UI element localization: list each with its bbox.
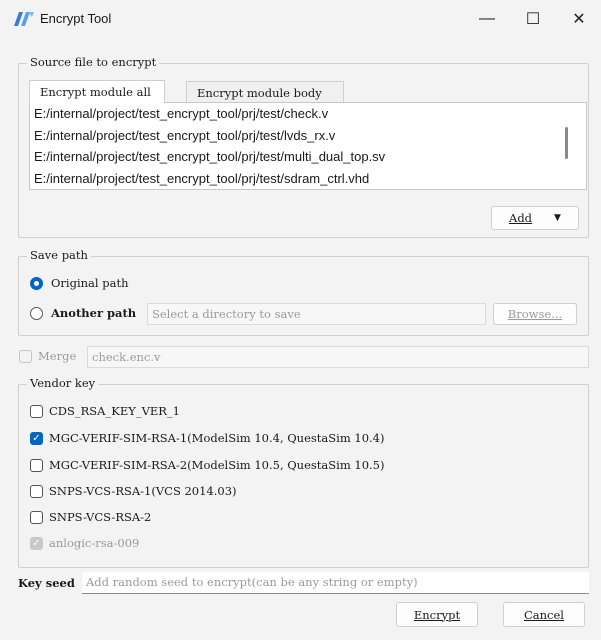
list-item[interactable]: E:/internal/project/test_encrypt_tool/pr…	[30, 103, 586, 125]
merge-label: Merge	[38, 349, 77, 363]
original-path-radio[interactable]	[30, 277, 43, 290]
close-button[interactable]: ✕	[556, 0, 601, 38]
cancel-button-label: Cancel	[524, 607, 564, 622]
vendor-key-label: MGC-VERIF-SIM-RSA-2(ModelSim 10.5, Quest…	[49, 458, 385, 472]
tab-label: Encrypt module all	[40, 85, 151, 99]
vendor-key-checkbox-anlogic: ✓	[30, 537, 43, 550]
vendor-key-checkbox-mgc-2[interactable]	[30, 459, 43, 472]
minimize-icon: —	[479, 10, 495, 27]
vendor-key-label: SNPS-VCS-RSA-2	[49, 510, 152, 524]
close-icon: ✕	[572, 11, 586, 28]
tab-encrypt-module-all[interactable]: Encrypt module all	[29, 80, 165, 103]
key-seed-label: Key seed	[18, 576, 75, 590]
vendor-key-checkbox-snps-1[interactable]	[30, 485, 43, 498]
vendor-key-checkbox-mgc-1[interactable]: ✓	[30, 432, 43, 445]
list-item[interactable]: E:/internal/project/test_encrypt_tool/pr…	[30, 168, 586, 190]
vendor-key-label: anlogic-rsa-009	[49, 536, 140, 550]
merge-filename-input[interactable]: check.enc.v	[87, 346, 589, 368]
vendor-key-checkbox-cds[interactable]	[30, 405, 43, 418]
key-seed-input[interactable]: Add random seed to encrypt(can be any st…	[82, 572, 589, 594]
list-item[interactable]: E:/internal/project/test_encrypt_tool/pr…	[30, 146, 586, 168]
add-button-label: Add	[509, 211, 533, 225]
encrypt-button-label: Encrypt	[413, 607, 461, 622]
tab-encrypt-module-body[interactable]: Encrypt module body	[186, 81, 344, 103]
browse-button-label: Browse...	[507, 307, 563, 321]
vendor-key-label: SNPS-VCS-RSA-1(VCS 2014.03)	[49, 484, 237, 498]
vendor-key-group-title: Vendor key	[27, 376, 99, 390]
maximize-button[interactable]: ☐	[510, 0, 556, 38]
source-group-title: Source file to encrypt	[27, 55, 160, 69]
list-item[interactable]: E:/internal/project/test_encrypt_tool/pr…	[30, 125, 586, 147]
another-path-label[interactable]: Another path	[51, 306, 136, 320]
browse-button[interactable]: Browse...	[493, 303, 577, 325]
window-title: Encrypt Tool	[40, 11, 112, 26]
another-path-radio[interactable]	[30, 307, 43, 320]
app-logo-icon	[14, 12, 34, 26]
tab-label: Encrypt module body	[197, 86, 322, 100]
minimize-button[interactable]: —	[464, 0, 510, 38]
maximize-icon: ☐	[525, 11, 541, 28]
cancel-button[interactable]: Cancel	[503, 602, 585, 627]
encrypt-button[interactable]: Encrypt	[396, 602, 478, 627]
save-directory-input[interactable]: Select a directory to save	[147, 303, 486, 325]
vendor-key-label: CDS_RSA_KEY_VER_1	[49, 404, 180, 418]
vendor-key-checkbox-snps-2[interactable]	[30, 511, 43, 524]
chevron-down-icon: ▼	[554, 213, 561, 223]
original-path-label[interactable]: Original path	[51, 276, 129, 290]
save-path-group-title: Save path	[27, 248, 91, 262]
title-bar[interactable]: Encrypt Tool — ☐ ✕	[0, 0, 601, 38]
source-file-list[interactable]: E:/internal/project/test_encrypt_tool/pr…	[29, 102, 587, 190]
merge-checkbox[interactable]	[19, 350, 32, 363]
vendor-key-label: MGC-VERIF-SIM-RSA-1(ModelSim 10.4, Quest…	[49, 431, 385, 445]
add-button[interactable]: Add ▼	[491, 206, 579, 230]
scrollbar[interactable]	[565, 127, 568, 159]
